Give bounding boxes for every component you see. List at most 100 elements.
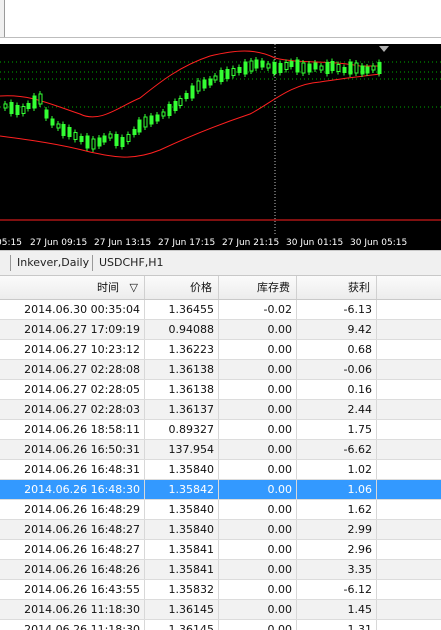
candle-body	[289, 61, 294, 67]
cell-price: 1.35840	[145, 520, 219, 539]
candle-body	[149, 115, 154, 125]
table-row[interactable]: 2014.06.26 16:50:31 137.954 0.00 -6.62	[0, 440, 441, 460]
candle-body	[167, 104, 172, 116]
table-row[interactable]: 2014.06.26 16:48:26 1.35841 0.00 3.35	[0, 560, 441, 580]
cell-price: 1.36145	[145, 600, 219, 619]
table-row[interactable]: 2014.06.27 02:28:05 1.36138 0.00 0.16	[0, 380, 441, 400]
cell-time: 2014.06.26 16:48:31	[0, 460, 145, 479]
cell-price: 1.35841	[145, 540, 219, 559]
table-row[interactable]: 2014.06.26 16:48:27 1.35841 0.00 2.96	[0, 540, 441, 560]
table-row[interactable]: 2014.06.27 02:28:03 1.36137 0.00 2.44	[0, 400, 441, 420]
table-row[interactable]: 2014.06.26 11:18:30 1.36145 0.00 1.31	[0, 620, 441, 630]
cell-swap: 0.00	[219, 520, 297, 539]
cell-price: 1.36137	[145, 400, 219, 419]
table-row[interactable]: 2014.06.30 00:35:04 1.36455 -0.02 -6.13	[0, 300, 441, 320]
table-row[interactable]: 2014.06.26 18:58:11 0.89327 0.00 1.75	[0, 420, 441, 440]
cell-price: 0.89327	[145, 420, 219, 439]
cell-swap: 0.00	[219, 500, 297, 519]
cell-time: 2014.06.26 16:48:27	[0, 520, 145, 539]
candle-body	[126, 134, 131, 142]
cell-profit: 2.99	[297, 520, 377, 539]
cell-swap: 0.00	[219, 560, 297, 579]
candle-body	[313, 62, 318, 70]
time-axis: 05:15 27 Jun 09:15 27 Jun 13:15 27 Jun 17:1…	[0, 238, 407, 248]
candle-body	[61, 124, 66, 136]
candle-body	[79, 136, 84, 142]
table-row[interactable]: 2014.06.26 11:18:30 1.36145 0.00 1.45	[0, 600, 441, 620]
candle-body	[336, 64, 341, 72]
candle-body	[173, 101, 178, 111]
cell-profit: 0.16	[297, 380, 377, 399]
chart-canvas: 05:15 27 Jun 09:15 27 Jun 13:15 27 Jun 17:1…	[0, 44, 441, 248]
candle-body	[132, 129, 137, 135]
chart-tabs: Inkever,Daily USDCHF,H1	[0, 250, 441, 276]
candle-body	[272, 62, 277, 74]
cell-time: 2014.06.30 00:35:04	[0, 300, 145, 319]
candle-body	[237, 67, 242, 73]
candle-body	[348, 61, 353, 75]
table-row[interactable]: 2014.06.26 16:48:30 1.35842 0.00 1.06	[0, 480, 441, 500]
candle-body	[3, 103, 8, 109]
cell-profit: -6.12	[297, 580, 377, 599]
time-label: 27 Jun 17:15	[158, 238, 215, 248]
candle-body	[266, 63, 271, 69]
column-profit[interactable]: 获利	[297, 276, 377, 299]
cell-swap: 0.00	[219, 440, 297, 459]
candle-body	[91, 138, 96, 150]
candle-body	[330, 61, 335, 71]
candle-body	[225, 69, 230, 79]
table-row[interactable]: 2014.06.26 16:43:55 1.35832 0.00 -6.12	[0, 580, 441, 600]
cell-swap: 0.00	[219, 460, 297, 479]
candle-body	[85, 135, 90, 149]
candle-body	[301, 62, 306, 74]
candle-body	[67, 127, 72, 137]
cell-swap: 0.00	[219, 480, 297, 499]
table-row[interactable]: 2014.06.26 16:48:31 1.35840 0.00 1.02	[0, 460, 441, 480]
cell-profit: 1.75	[297, 420, 377, 439]
table-row[interactable]: 2014.06.27 17:09:19 0.94088 0.00 9.42	[0, 320, 441, 340]
cell-profit: -6.13	[297, 300, 377, 319]
candle-body	[219, 70, 224, 82]
candle-body	[325, 62, 330, 74]
candle-body	[295, 59, 300, 73]
cell-profit: 2.96	[297, 540, 377, 559]
tab-inkever-daily[interactable]: Inkever,Daily	[10, 255, 95, 271]
cell-swap: 0.00	[219, 360, 297, 379]
cell-profit: 2.44	[297, 400, 377, 419]
cell-time: 2014.06.27 17:09:19	[0, 320, 145, 339]
candle-body	[161, 111, 166, 117]
candle-body	[73, 132, 78, 140]
cell-time: 2014.06.26 16:50:31	[0, 440, 145, 459]
cell-time: 2014.06.27 02:28:08	[0, 360, 145, 379]
table-row[interactable]: 2014.06.27 02:28:08 1.36138 0.00 -0.06	[0, 360, 441, 380]
cell-price: 1.36145	[145, 620, 219, 630]
cell-price: 1.36455	[145, 300, 219, 319]
chart-shift-marker[interactable]	[379, 46, 389, 52]
candle-body	[38, 93, 43, 105]
candle-body	[360, 65, 365, 75]
cell-profit: 1.31	[297, 620, 377, 630]
candle-body	[15, 105, 20, 115]
price-chart[interactable]: 05:15 27 Jun 09:15 27 Jun 13:15 27 Jun 17:1…	[0, 44, 441, 250]
candle-body	[254, 59, 259, 69]
cell-swap: 0.00	[219, 380, 297, 399]
tab-usdchf-h1[interactable]: USDCHF,H1	[92, 255, 170, 271]
candle-body	[196, 80, 201, 92]
band-line	[0, 73, 381, 158]
column-price[interactable]: 价格	[145, 276, 219, 299]
cell-time: 2014.06.26 16:43:55	[0, 580, 145, 599]
cell-price: 137.954	[145, 440, 219, 459]
column-swap[interactable]: 库存费	[219, 276, 297, 299]
column-time[interactable]: 时间 ▽	[0, 276, 145, 299]
table-row[interactable]: 2014.06.27 10:23:12 1.36223 0.00 0.68	[0, 340, 441, 360]
table-row[interactable]: 2014.06.26 16:48:27 1.35840 0.00 2.99	[0, 520, 441, 540]
table-row[interactable]: 2014.06.26 16:48:29 1.35840 0.00 1.62	[0, 500, 441, 520]
candle-body	[32, 95, 37, 109]
cell-profit: 9.42	[297, 320, 377, 339]
cell-swap: 0.00	[219, 540, 297, 559]
candle-body	[284, 62, 289, 70]
cell-time: 2014.06.26 16:48:30	[0, 480, 145, 499]
cell-time: 2014.06.26 18:58:11	[0, 420, 145, 439]
cell-time: 2014.06.26 16:48:27	[0, 540, 145, 559]
candle-body	[371, 65, 376, 71]
